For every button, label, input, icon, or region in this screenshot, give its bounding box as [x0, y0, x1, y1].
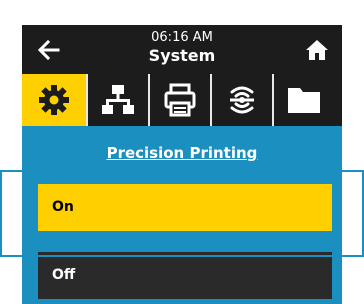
clock-time: 06:16 AM [151, 30, 213, 45]
home-icon [306, 40, 328, 60]
folder-icon [288, 88, 320, 113]
section-title: Precision Printing [106, 144, 258, 162]
tab-rfid[interactable] [210, 74, 272, 126]
printer-icon [164, 83, 196, 117]
tab-print[interactable] [148, 74, 210, 126]
rfid-icon [230, 86, 254, 114]
section-header: Precision Printing [22, 126, 342, 174]
network-icon [102, 85, 134, 114]
printer-display: 06:16 AM System Precision Printing On Of… [22, 25, 342, 304]
home-button[interactable] [304, 37, 330, 63]
tab-settings[interactable] [22, 74, 86, 126]
tab-network[interactable] [86, 74, 148, 126]
page-title: System [148, 46, 216, 65]
option-off[interactable]: Off [38, 252, 332, 299]
option-on[interactable]: On [38, 184, 332, 231]
menu-tabs [22, 74, 342, 126]
tab-storage[interactable] [272, 74, 334, 126]
gear-icon [39, 85, 69, 115]
header-bar: 06:16 AM System [22, 25, 342, 74]
options-list: On Off [22, 174, 342, 304]
